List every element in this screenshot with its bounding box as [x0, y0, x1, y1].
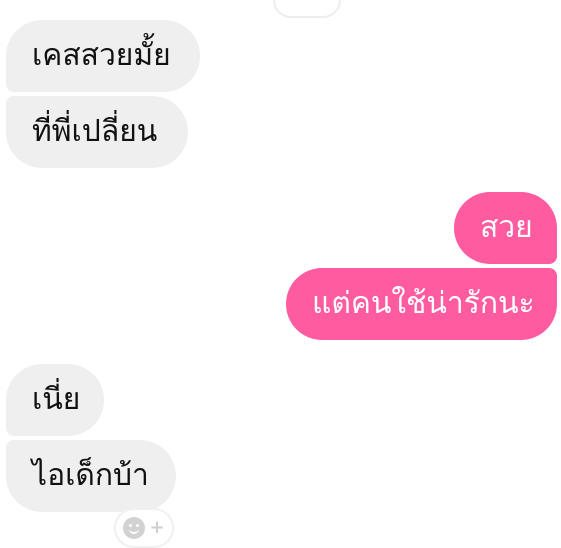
message-received-bubble[interactable]: เคสสวยมั้ย: [6, 20, 200, 92]
message-received-bubble[interactable]: ไอเด็กบ้า: [6, 440, 176, 512]
message-received-bubble[interactable]: ที่พี่เปลี่ยน: [6, 96, 188, 168]
message-text: เนี่ย: [32, 382, 81, 417]
message-text: ไอเด็กบ้า: [32, 458, 149, 493]
add-reaction-button[interactable]: +: [114, 508, 174, 548]
message-sent-bubble[interactable]: แต่คนใช้น่ารักนะ: [286, 268, 557, 340]
message-text: ที่พี่เปลี่ยน: [32, 114, 158, 149]
smiley-icon: [123, 517, 146, 539]
plus-icon: +: [149, 517, 165, 538]
message-text: เคสสวยมั้ย: [32, 38, 171, 73]
message-received-bubble[interactable]: เนี่ย: [6, 364, 104, 436]
previous-reaction-pill[interactable]: [273, 0, 341, 18]
message-sent-bubble[interactable]: สวย: [454, 192, 557, 264]
message-text: สวย: [480, 210, 533, 245]
message-text: แต่คนใช้น่ารักนะ: [312, 286, 535, 321]
